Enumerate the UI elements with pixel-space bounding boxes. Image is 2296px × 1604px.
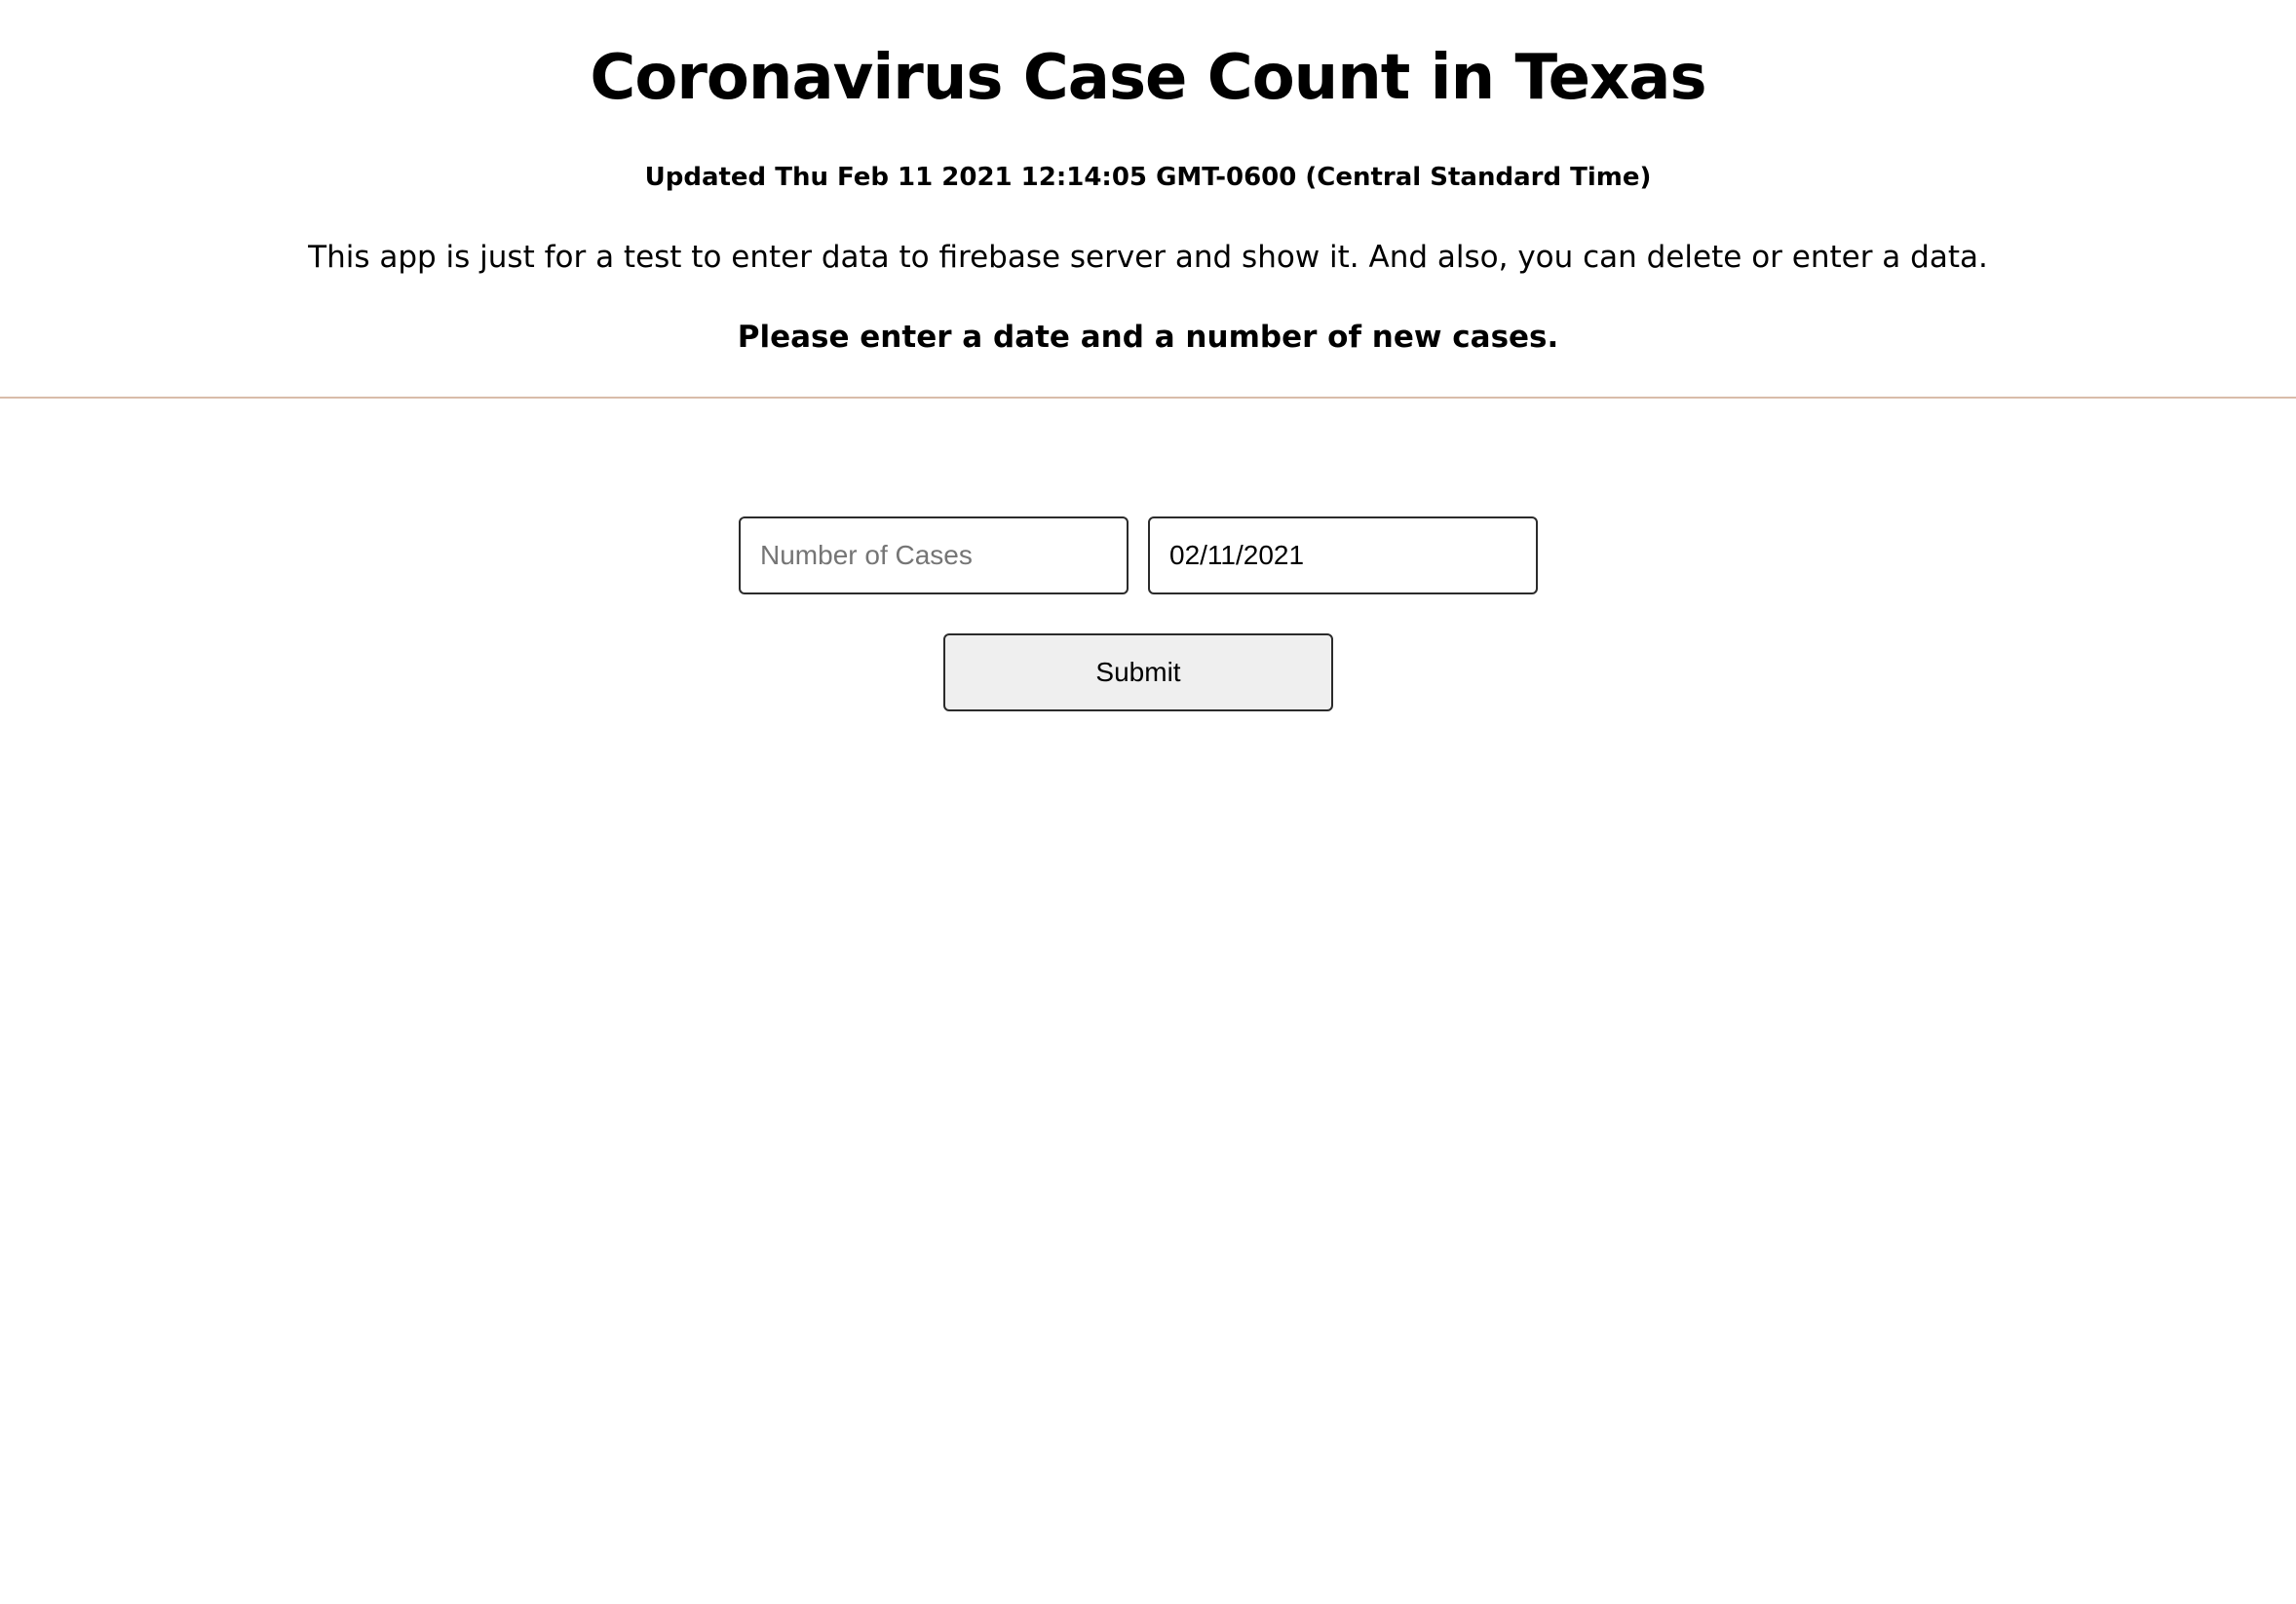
form-instruction: Please enter a date and a number of new … — [737, 320, 1559, 355]
app-description: This app is just for a test to enter dat… — [308, 240, 1988, 275]
page-title: Coronavirus Case Count in Texas — [590, 42, 1706, 114]
page: Coronavirus Case Count in Texas Updated … — [0, 0, 2296, 1604]
updated-timestamp: Updated Thu Feb 11 2021 12:14:05 GMT-060… — [644, 163, 1652, 192]
date-input[interactable] — [1148, 516, 1538, 594]
header-divider — [0, 397, 2296, 399]
number-of-cases-input[interactable] — [739, 516, 1129, 594]
submit-button[interactable]: Submit — [943, 633, 1333, 711]
